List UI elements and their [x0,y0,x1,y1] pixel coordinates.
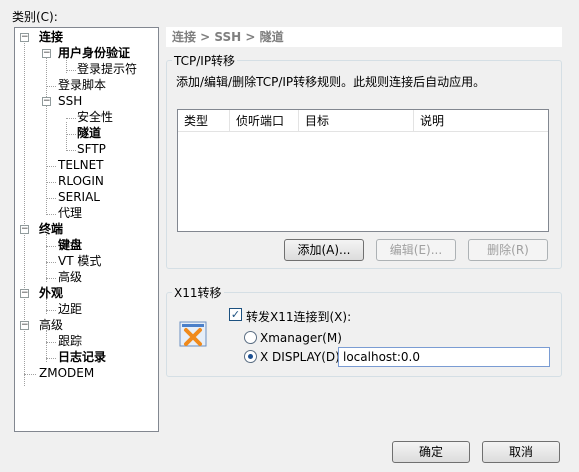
tree-item-sftp[interactable]: SFTP [77,142,106,157]
tree-item-appearance[interactable]: 外观 [39,286,63,301]
column-header-type[interactable]: 类型 [178,110,230,132]
column-header-target[interactable]: 目标 [299,110,414,132]
collapse-toggle-icon[interactable]: − [42,97,51,106]
x-display-radio[interactable] [244,350,257,363]
forward-x11-label[interactable]: 转发X11连接到(X): [246,308,351,325]
tree-item-connection[interactable]: 连接 [39,30,63,45]
tree-item-serial[interactable]: SERIAL [58,190,100,205]
category-label: 类别(C): [12,10,58,24]
cancel-button[interactable]: 取消 [482,441,560,463]
tree-item-terminal[interactable]: 终端 [39,222,63,237]
collapse-toggle-icon[interactable]: − [20,33,29,42]
tree-item-ssh[interactable]: SSH [58,94,82,109]
xmanager-logo-icon [179,321,207,347]
tree-item-keyboard[interactable]: 键盘 [58,238,82,253]
tcp-forward-title: TCP/IP转移 [172,52,238,69]
tree-item-zmodem[interactable]: ZMODEM [39,366,94,381]
ok-label: 确定 [418,445,443,459]
forward-rules-table[interactable]: 类型 侦听端口 目标 说明 [177,109,549,232]
collapse-toggle-icon[interactable]: − [20,289,29,298]
tree-item-login-script[interactable]: 登录脚本 [58,78,106,93]
edit-rule-label: 编辑(E)... [389,243,443,257]
add-rule-button[interactable]: 添加(A)... [284,239,364,261]
add-rule-label: 添加(A)... [297,243,351,257]
xmanager-label[interactable]: Xmanager(M) [260,331,342,345]
tree-item-logging[interactable]: 日志记录 [58,350,106,365]
cancel-label: 取消 [508,445,533,459]
column-header-listen-port[interactable]: 侦听端口 [230,110,299,132]
tree-item-telnet[interactable]: TELNET [58,158,104,173]
page-breadcrumb: 连接 > SSH > 隧道 [166,27,562,47]
x-display-label[interactable]: X DISPLAY(D): [260,350,344,364]
column-header-description[interactable]: 说明 [414,110,548,132]
collapse-toggle-icon[interactable]: − [20,321,29,330]
tree-item-margin[interactable]: 边距 [58,302,82,317]
tree-item-vt-mode[interactable]: VT 模式 [58,254,101,269]
collapse-toggle-icon[interactable]: − [42,49,51,58]
tcp-forward-description: 添加/编辑/删除TCP/IP转移规则。此规则连接后自动应用。 [176,75,486,89]
tree-item-rlogin[interactable]: RLOGIN [58,174,104,189]
delete-rule-label: 删除(R) [487,243,529,257]
tree-item-security[interactable]: 安全性 [77,110,113,125]
tree-item-tunnel[interactable]: 隧道 [77,126,101,141]
tree-item-advanced-terminal[interactable]: 高级 [58,270,82,285]
tree-item-login-prompt[interactable]: 登录提示符 [77,62,137,77]
xmanager-radio[interactable] [244,331,257,344]
tree-item-trace[interactable]: 跟踪 [58,334,82,349]
ok-button[interactable]: 确定 [392,441,470,463]
tree-item-advanced[interactable]: 高级 [39,318,63,333]
collapse-toggle-icon[interactable]: − [20,225,29,234]
tree-item-proxy[interactable]: 代理 [58,206,82,221]
tree-item-user-auth[interactable]: 用户身份验证 [58,46,130,61]
x11-forward-title: X11转移 [172,284,224,301]
delete-rule-button[interactable]: 删除(R) [468,239,548,261]
edit-rule-button[interactable]: 编辑(E)... [376,239,456,261]
forward-x11-checkbox[interactable]: ✓ [229,308,242,321]
category-tree[interactable]: − − − − − − 连接 用户身份验证 登录提示符 登录脚本 SSH 安全性… [14,27,159,432]
x-display-input[interactable]: localhost:0.0 [338,347,550,367]
